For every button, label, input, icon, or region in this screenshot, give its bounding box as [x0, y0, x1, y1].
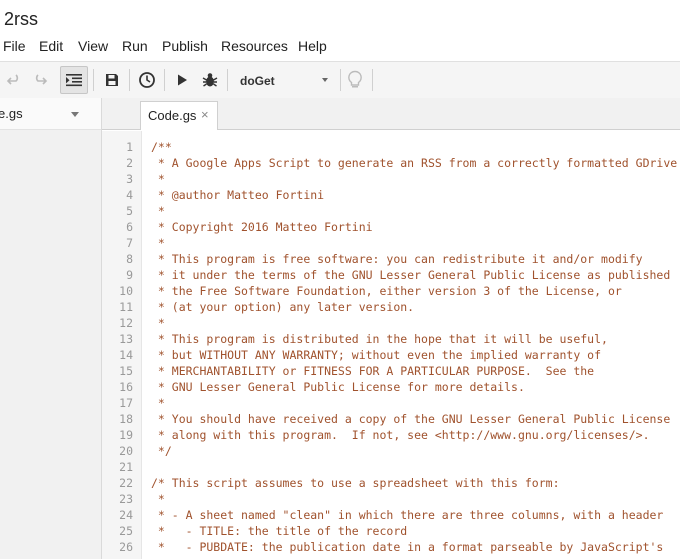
undo-icon	[6, 74, 19, 85]
line-number: 24	[119, 508, 133, 522]
code-line[interactable]: * along with this program. If not, see <…	[151, 428, 650, 442]
toolbar: doGet	[0, 61, 680, 99]
title-bar: 2rss	[0, 0, 680, 34]
line-number: 3	[126, 172, 133, 186]
code-line[interactable]: *	[151, 492, 165, 506]
code-line[interactable]: * but WITHOUT ANY WARRANTY; without even…	[151, 348, 601, 362]
code-line[interactable]: *	[151, 204, 165, 218]
code-line[interactable]: * (at your option) any later version.	[151, 300, 414, 314]
line-number: 19	[119, 428, 133, 442]
line-number: 14	[119, 348, 133, 362]
code-line[interactable]: * @author Matteo Fortini	[151, 188, 324, 202]
line-number: 9	[126, 268, 133, 282]
save-button[interactable]	[98, 66, 126, 94]
indent-icon	[66, 74, 82, 87]
chevron-down-icon[interactable]	[71, 112, 79, 117]
line-number: 21	[119, 460, 133, 474]
clock-icon	[139, 72, 155, 88]
menu-publish[interactable]: Publish	[162, 38, 208, 54]
triggers-button[interactable]	[133, 66, 161, 94]
menu-run[interactable]: Run	[122, 38, 148, 54]
code-line[interactable]: * You should have received a copy of the…	[151, 412, 670, 426]
save-icon	[106, 74, 118, 86]
line-number: 1	[126, 140, 133, 154]
menu-bar: File Edit View Run Publish Resources Hel…	[0, 34, 680, 60]
line-number: 25	[119, 524, 133, 538]
line-number: 13	[119, 332, 133, 346]
menu-edit[interactable]: Edit	[39, 38, 63, 54]
code-line[interactable]: * MERCHANTABILITY or FITNESS FOR A PARTI…	[151, 364, 594, 378]
line-number: 17	[119, 396, 133, 410]
code-line[interactable]: *	[151, 172, 165, 186]
line-number: 5	[126, 204, 133, 218]
line-number: 10	[119, 284, 133, 298]
menu-resources[interactable]: Resources	[221, 38, 288, 54]
code-line[interactable]: * GNU Lesser General Public License for …	[151, 380, 525, 394]
line-number: 8	[126, 252, 133, 266]
close-icon[interactable]: ×	[201, 107, 209, 122]
code-line[interactable]: /**	[151, 140, 172, 154]
debug-button[interactable]	[196, 66, 224, 94]
function-select-value: doGet	[240, 74, 275, 88]
lightbulb-icon	[348, 70, 362, 88]
line-number: 18	[119, 412, 133, 426]
file-item[interactable]: e.gs	[0, 98, 101, 130]
editor-tab-strip: Code.gs ×	[102, 98, 680, 130]
line-number: 12	[119, 316, 133, 330]
chevron-down-icon	[322, 78, 328, 82]
line-number: 11	[119, 300, 133, 314]
menu-view[interactable]: View	[78, 38, 108, 54]
execution-hints-button[interactable]	[341, 66, 369, 94]
menu-file[interactable]: File	[3, 38, 26, 54]
line-number-gutter: 1 2 3 4 5 6 7 8 9 10 11 12 13 14 15 16 17 18 19 20 21 22 23 24 2…	[102, 131, 142, 559]
code-line[interactable]: * the Free Software Foundation, either v…	[151, 284, 622, 298]
line-number: 23	[119, 492, 133, 506]
code-line[interactable]: * it under the terms of the GNU Lesser G…	[151, 268, 670, 282]
redo-icon	[35, 74, 48, 85]
code-editor[interactable]: /** * A Google Apps Script to generate a…	[142, 131, 680, 559]
file-name: e.gs	[0, 106, 23, 121]
line-number: 2	[126, 156, 133, 170]
undo-button[interactable]	[0, 66, 28, 94]
redo-button[interactable]	[26, 66, 54, 94]
tab-label: Code.gs	[148, 108, 197, 123]
code-line[interactable]: * This program is free software: you can…	[151, 252, 643, 266]
line-number: 7	[126, 236, 133, 250]
file-panel: e.gs	[0, 98, 102, 559]
code-line[interactable]: */	[151, 444, 172, 458]
code-line[interactable]: * This program is distributed in the hop…	[151, 332, 608, 346]
run-button[interactable]	[168, 66, 196, 94]
line-number: 6	[126, 220, 133, 234]
project-title[interactable]: 2rss	[4, 9, 38, 30]
code-line[interactable]: * Copyright 2016 Matteo Fortini	[151, 220, 373, 234]
code-line[interactable]: *	[151, 316, 165, 330]
line-number: 15	[119, 364, 133, 378]
bug-icon	[202, 73, 218, 87]
code-line[interactable]: * A Google Apps Script to generate an RS…	[151, 156, 677, 170]
code-line[interactable]: /* This script assumes to use a spreadsh…	[151, 476, 560, 490]
line-number: 4	[126, 188, 133, 202]
line-number: 20	[119, 444, 133, 458]
code-line[interactable]: *	[151, 396, 165, 410]
line-number: 26	[119, 540, 133, 554]
function-select[interactable]: doGet	[230, 66, 336, 94]
line-number: 16	[119, 380, 133, 394]
code-line[interactable]: *	[151, 236, 165, 250]
line-number: 22	[119, 476, 133, 490]
code-line[interactable]: * - PUBDATE: the publication date in a f…	[151, 540, 663, 554]
code-line[interactable]: * - TITLE: the title of the record	[151, 524, 407, 538]
indent-button[interactable]	[60, 66, 88, 94]
tab-code-gs[interactable]: Code.gs ×	[140, 101, 218, 130]
code-line[interactable]: * - A sheet named "clean" in which there…	[151, 508, 663, 522]
play-icon	[178, 74, 187, 86]
menu-help[interactable]: Help	[298, 38, 327, 54]
